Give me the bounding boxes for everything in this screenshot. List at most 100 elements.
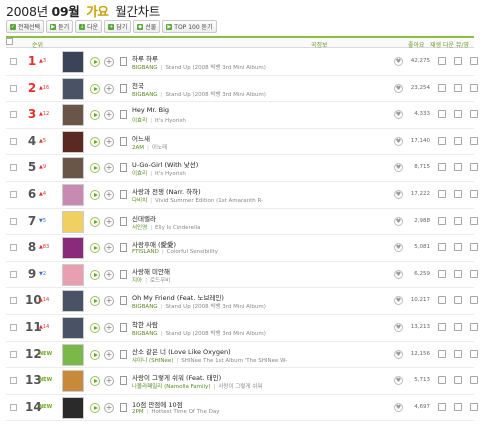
artist-link[interactable]: BIGBANG	[132, 92, 158, 98]
row-checkbox[interactable]	[10, 58, 17, 65]
add-icon[interactable]: +	[104, 296, 114, 307]
lyrics-icon[interactable]	[120, 57, 127, 66]
album-art[interactable]	[62, 237, 84, 260]
artist-link[interactable]: BIGBANG	[132, 304, 158, 310]
lyrics-icon[interactable]	[120, 376, 127, 386]
lyrics-icon[interactable]	[120, 269, 127, 279]
album-link[interactable]: Hottest Time Of The Day	[151, 409, 219, 415]
song-title[interactable]: 10점 만점에 10점	[132, 399, 183, 409]
song-title[interactable]: 신데렐라	[132, 213, 156, 223]
play-action-icon[interactable]	[438, 163, 446, 172]
song-title[interactable]: 사랑과 전쟁 (Narr. 하하)	[132, 186, 201, 196]
play-icon[interactable]	[90, 189, 100, 200]
artist-link[interactable]: 2PM	[132, 409, 144, 415]
album-art[interactable]	[62, 396, 84, 419]
add-icon[interactable]: +	[104, 57, 114, 67]
play-action-icon[interactable]	[438, 189, 446, 198]
play-icon[interactable]	[90, 349, 100, 360]
play-action-icon[interactable]	[438, 57, 446, 65]
add-icon[interactable]: +	[104, 376, 114, 387]
row-checkbox[interactable]	[10, 297, 17, 305]
lyrics-icon[interactable]	[120, 163, 127, 173]
play-icon[interactable]	[90, 110, 100, 121]
add-button[interactable]: + 담기	[104, 20, 132, 33]
add-icon[interactable]: +	[104, 110, 114, 121]
row-checkbox[interactable]	[10, 350, 17, 358]
artist-link[interactable]: 이효리	[132, 118, 147, 124]
artist-link[interactable]: BIGBANG	[132, 331, 158, 337]
play-icon[interactable]	[90, 243, 100, 254]
download-action-icon[interactable]	[454, 83, 462, 92]
row-checkbox[interactable]	[10, 244, 17, 252]
add-icon[interactable]: +	[104, 269, 114, 280]
album-art[interactable]	[62, 343, 84, 366]
mv-action-icon[interactable]	[470, 216, 478, 225]
add-icon[interactable]: +	[104, 243, 114, 254]
download-action-icon[interactable]	[454, 322, 462, 331]
album-link[interactable]: Vivid Summer Edition (1st Amaranth R-	[155, 198, 263, 204]
add-icon[interactable]: +	[104, 349, 114, 360]
mv-action-icon[interactable]	[470, 189, 478, 198]
play-action-icon[interactable]	[438, 136, 446, 145]
lyrics-icon[interactable]	[120, 296, 127, 306]
mv-action-icon[interactable]	[470, 110, 478, 119]
song-title[interactable]: 산소 같은 너 (Love Like Oxygen)	[132, 346, 231, 356]
row-checkbox[interactable]	[10, 323, 17, 331]
lyrics-icon[interactable]	[120, 189, 127, 199]
album-link[interactable]: It's Hyorish	[155, 118, 186, 124]
play-icon[interactable]	[90, 269, 100, 280]
artist-link[interactable]: 2AM	[132, 145, 144, 151]
artist-link[interactable]: 샤이니 (SHINee)	[132, 358, 173, 364]
artist-link[interactable]: 다비치	[132, 198, 147, 204]
album-link[interactable]: SHINee The 1st Album 'The SHINee W-	[181, 358, 287, 364]
download-action-icon[interactable]	[454, 296, 462, 305]
play-icon[interactable]	[90, 57, 100, 67]
lyrics-icon[interactable]	[120, 322, 127, 332]
song-title[interactable]: U-Go-Girl (With 낯선)	[132, 159, 198, 169]
download-action-icon[interactable]	[454, 402, 462, 411]
add-icon[interactable]: +	[104, 189, 114, 200]
play-action-icon[interactable]	[438, 322, 446, 331]
artist-link[interactable]: 나몰라패밀리 (Namolla Family)	[132, 384, 210, 390]
lyrics-icon[interactable]	[120, 216, 127, 226]
row-checkbox[interactable]	[10, 377, 17, 385]
download-action-icon[interactable]	[454, 216, 462, 225]
heart-icon[interactable]: ♥	[394, 83, 403, 93]
album-link[interactable]: Stand Up (2008 빅뱅 3rd Mini Album)	[165, 92, 265, 98]
heart-icon[interactable]: ♥	[394, 322, 403, 332]
song-title[interactable]: 천국	[132, 80, 144, 90]
lyrics-icon[interactable]	[120, 243, 127, 253]
album-art[interactable]	[62, 51, 84, 73]
album-art[interactable]	[62, 263, 84, 286]
album-art[interactable]	[62, 210, 84, 233]
play-icon[interactable]	[90, 83, 100, 94]
lyrics-icon[interactable]	[120, 110, 127, 120]
play-icon[interactable]	[90, 163, 100, 174]
heart-icon[interactable]: ♥	[394, 163, 403, 173]
artist-link[interactable]: 이효리	[132, 171, 147, 177]
mv-action-icon[interactable]	[470, 243, 478, 252]
row-checkbox[interactable]	[10, 403, 17, 411]
select-all-button[interactable]: ✓ 전체선택	[6, 20, 45, 33]
album-link[interactable]: Stand Up (2008 빅뱅 3rd Mini Album)	[165, 331, 265, 337]
heart-icon[interactable]: ♥	[394, 57, 403, 66]
album-art[interactable]	[62, 316, 84, 339]
album-art[interactable]	[62, 183, 84, 206]
artist-link[interactable]: 지아	[132, 278, 142, 284]
add-icon[interactable]: +	[104, 83, 114, 94]
add-icon[interactable]: +	[104, 136, 114, 147]
play-icon[interactable]	[90, 376, 100, 387]
song-title[interactable]: Hey Mr. Big	[132, 106, 169, 114]
song-title[interactable]: Oh My Friend (Feat. 노브레인)	[132, 292, 224, 302]
top100-listen-button[interactable]: ▶ TOP 100 듣기	[162, 20, 217, 33]
artist-link[interactable]: BIGBANG	[132, 65, 158, 71]
play-icon[interactable]	[90, 216, 100, 227]
heart-icon[interactable]: ♥	[394, 402, 403, 412]
play-action-icon[interactable]	[438, 376, 446, 385]
mv-action-icon[interactable]	[470, 163, 478, 172]
album-link[interactable]: 사랑이 그렇게 쉬워	[218, 384, 262, 390]
download-action-icon[interactable]	[454, 376, 462, 385]
lyrics-icon[interactable]	[120, 349, 127, 359]
add-icon[interactable]: +	[104, 163, 114, 174]
artist-link[interactable]: FTISLAND	[132, 249, 159, 255]
